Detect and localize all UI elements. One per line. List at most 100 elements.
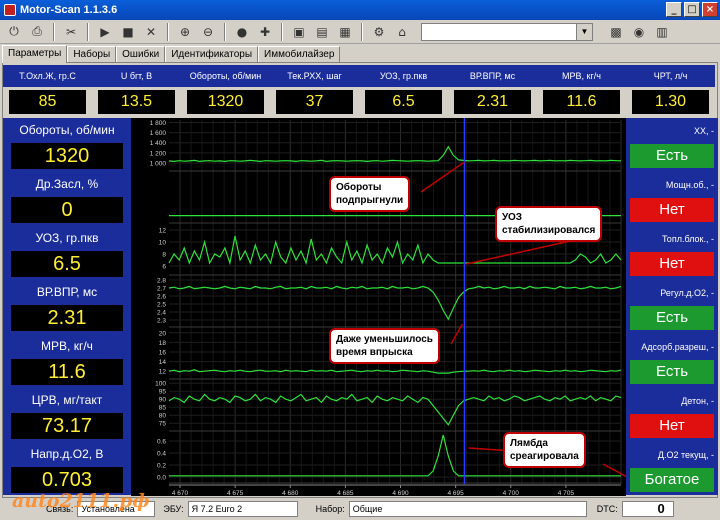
flag-power: Мощн.об., - Нет xyxy=(626,174,718,228)
flag-canister: Адсорб.разреш, - Есть xyxy=(626,336,718,390)
param-fuel-rate: ЧРТ, л/ч 1.30 xyxy=(626,65,715,117)
trend-chart[interactable]: 1 800 1 600 1 400 1 200 1 000 12 10 8 6 2.8 2.7 2.6… xyxy=(131,118,626,496)
stop-icon[interactable]: ■ xyxy=(118,22,138,42)
y-tick-label: 0.4 xyxy=(157,451,166,458)
error-icon[interactable]: ◉ xyxy=(629,22,649,42)
flag-idle: ХХ, - Есть xyxy=(626,120,718,174)
y-tick-label: 2.6 xyxy=(157,294,166,301)
gauge-rpm: Обороты, об/мин 1320 xyxy=(3,120,131,174)
gauge-cycle-air: ЦРВ, мг/такт 73.17 xyxy=(3,390,131,444)
callout-ignition-l2: стабилизировался xyxy=(502,225,596,236)
tools-icon[interactable]: ✂ xyxy=(61,22,81,42)
y-tick-label: 2.3 xyxy=(157,318,166,325)
x-tick-label: 4 695 xyxy=(447,490,464,496)
connect-icon[interactable]: ⏻ xyxy=(4,22,24,42)
callout-lambda-l2: среагировала xyxy=(510,451,579,462)
y-tick-label: 14 xyxy=(159,359,167,366)
callout-rpm-l1: Обороты xyxy=(336,182,382,193)
flag-o2-current: Д.О2 текущ, - Богатое xyxy=(626,444,718,498)
y-tick-label: 16 xyxy=(159,350,167,357)
chip-icon[interactable]: ▩ xyxy=(606,22,626,42)
callout-injection-l1: Даже уменьшилось xyxy=(336,334,433,345)
tab-identifiers[interactable]: Идентификаторы xyxy=(165,46,259,63)
y-tick-label: 0.0 xyxy=(157,475,166,482)
left-gauges: Обороты, об/мин 1320 Др.Засл, % 0 УОЗ, гр.… xyxy=(3,118,131,495)
tab-strip: Параметры Наборы Ошибки Идентификаторы И… xyxy=(2,45,341,63)
y-tick-label: 12 xyxy=(159,369,167,376)
params-strip: Т.Охл.Ж, гр.С 85 U бrт, В 13.5 Обороты, об… xyxy=(3,65,717,117)
title-bar: Motor-Scan 1.1.3.6 _ □ × xyxy=(0,0,720,20)
zoom-out-icon[interactable]: ⊖ xyxy=(198,22,218,42)
series-line xyxy=(168,145,622,163)
x-tick-label: 4 705 xyxy=(558,490,575,496)
flag-knock: Детон, - Нет xyxy=(626,390,718,444)
y-tick-label: 6 xyxy=(162,264,166,271)
callout-lambda-l1: Лямбда xyxy=(510,438,548,449)
callout-injection: Даже уменьшилось время впрыска xyxy=(329,328,440,364)
y-tick-label: 2.7 xyxy=(157,286,166,293)
x-tick-label: 4 700 xyxy=(503,490,520,496)
series-line xyxy=(168,285,622,321)
settings-icon[interactable]: ⚙ xyxy=(369,22,389,42)
play-icon[interactable]: ▶ xyxy=(95,22,115,42)
y-tick-label: 1 600 xyxy=(150,130,167,137)
print-icon[interactable]: ⎙ xyxy=(27,22,47,42)
set-label: Набор: xyxy=(315,504,345,514)
gauge-throttle: Др.Засл, % 0 xyxy=(3,174,131,228)
maximize-button[interactable]: □ xyxy=(684,2,700,17)
y-tick-label: 90 xyxy=(159,397,167,404)
y-tick-label: 18 xyxy=(159,340,167,347)
y-tick-label: 1 000 xyxy=(150,160,167,167)
x-tick-label: 4 680 xyxy=(282,490,299,496)
y-tick-label: 10 xyxy=(159,240,167,247)
report-icon[interactable]: ▥ xyxy=(652,22,672,42)
ecu-label: ЭБУ: xyxy=(163,504,184,514)
tab-parameters[interactable]: Параметры xyxy=(2,45,68,63)
y-tick-label: 95 xyxy=(159,389,167,396)
tab-sets[interactable]: Наборы xyxy=(67,46,117,63)
flag-fuel-cut: Топл.блок., - Нет xyxy=(626,228,718,282)
callout-lambda: Лямбда среагировала xyxy=(503,432,586,468)
y-tick-label: 2.8 xyxy=(157,278,166,285)
y-tick-label: 12 xyxy=(159,228,167,235)
y-tick-label: 2.5 xyxy=(157,302,166,309)
param-injection: ВР.ВПР, мс 2.31 xyxy=(448,65,537,117)
save-icon[interactable]: ▣ xyxy=(289,22,309,42)
export-icon[interactable]: ▦ xyxy=(335,22,355,42)
close-button[interactable]: × xyxy=(702,2,718,17)
param-airflow: МРВ, кг/ч 11.6 xyxy=(537,65,626,117)
param-coolant: Т.Охл.Ж, гр.С 85 xyxy=(3,65,92,117)
lock-icon[interactable]: ⌂ xyxy=(392,22,412,42)
zoom-in-icon[interactable]: ⊕ xyxy=(175,22,195,42)
open-folder-icon[interactable]: ▤ xyxy=(312,22,332,42)
y-tick-label: 85 xyxy=(159,405,167,412)
param-idle-step: Тек.РХХ, шаг 37 xyxy=(270,65,359,117)
tab-immobilizer[interactable]: Иммобилайзер xyxy=(258,46,341,63)
y-tick-label: 20 xyxy=(159,330,167,337)
gauge-airflow: МРВ, кг/ч 11.6 xyxy=(3,336,131,390)
series-line xyxy=(168,369,622,374)
gauge-injection: ВР.ВПР, мс 2.31 xyxy=(3,282,131,336)
right-flags: ХХ, - Есть Мощн.об., - Нет Топл.блок., - Не… xyxy=(626,118,718,495)
x-tick-label: 4 685 xyxy=(337,490,354,496)
app-window: Motor-Scan 1.1.3.6 _ □ × ⏻ ⎙ ✂ ▶ ■ ✕ ⊕ ⊖… xyxy=(0,0,720,520)
x-tick-label: 4 690 xyxy=(392,490,409,496)
callout-ignition-l1: УОЗ xyxy=(502,212,523,223)
y-tick-label: 1 200 xyxy=(150,150,167,157)
tab-errors[interactable]: Ошибки xyxy=(116,46,166,63)
chevron-down-icon[interactable]: ▼ xyxy=(576,23,592,40)
y-tick-label: 0.2 xyxy=(157,463,166,470)
y-tick-label: 1 800 xyxy=(150,120,167,127)
param-ignition: УОЗ, гр.пкв 6.5 xyxy=(359,65,448,117)
clear-icon[interactable]: ✕ xyxy=(141,22,161,42)
record-icon[interactable]: ● xyxy=(232,22,252,42)
flag-o2-regulation: Регул.д.О2, - Есть xyxy=(626,282,718,336)
minimize-button[interactable]: _ xyxy=(666,2,682,17)
add-icon[interactable]: ✚ xyxy=(255,22,275,42)
callout-injection-l2: время впрыска xyxy=(336,347,413,358)
callout-pointer xyxy=(420,161,465,193)
callout-ignition: УОЗ стабилизировался xyxy=(495,206,603,242)
set-select[interactable]: ▼ xyxy=(421,22,593,41)
x-tick-label: 4 675 xyxy=(227,490,244,496)
watermark-text: auto2111.рф xyxy=(12,490,150,512)
